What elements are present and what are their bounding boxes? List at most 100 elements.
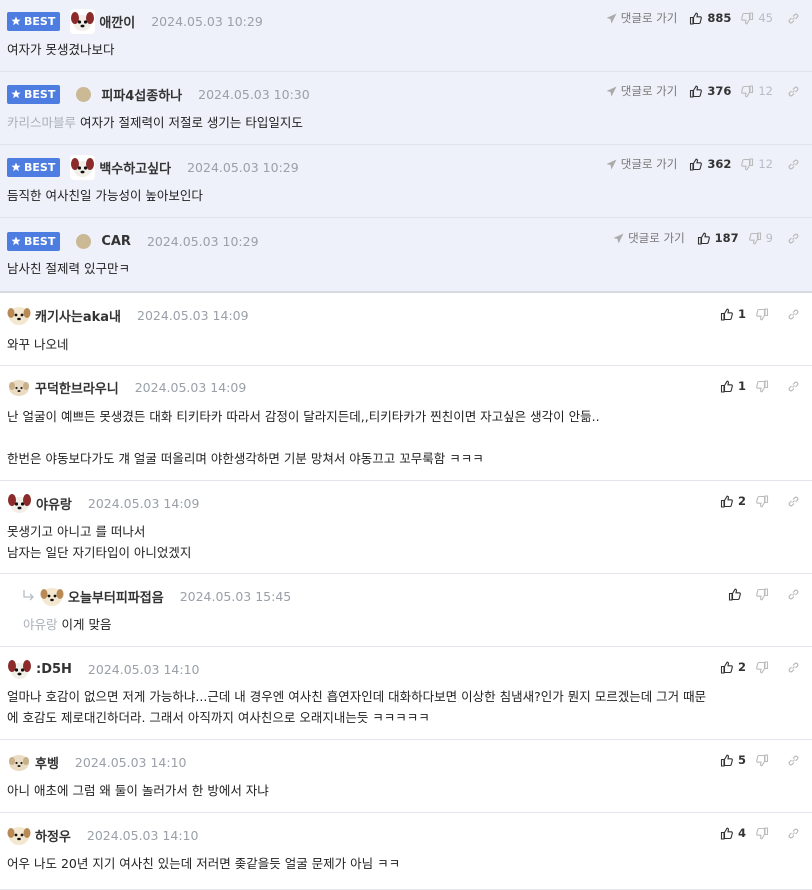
upvote-button[interactable]: 2	[720, 660, 746, 674]
nickname[interactable]: 백수하고싶다	[99, 158, 171, 177]
nickname[interactable]: 야유랑	[36, 494, 72, 513]
nickname[interactable]: 애깐이	[99, 12, 135, 31]
link-icon[interactable]	[787, 158, 800, 171]
star-icon	[11, 162, 21, 172]
comment-text: 어우 나도 20년 지기 여사친 있는데 저러면 좆같을듯 얼굴 문제가 아님 …	[7, 856, 401, 871]
downvote-button[interactable]: 9	[748, 231, 773, 245]
dog-avatar[interactable]	[7, 656, 32, 682]
thumbs-down-icon	[748, 231, 761, 244]
comment-text: 듬직한 여사친일 가능성이 높아보인다	[7, 188, 203, 203]
downvote-button[interactable]: 12	[741, 157, 773, 171]
upvote-button[interactable]: 5	[720, 753, 746, 767]
link-icon[interactable]	[787, 232, 800, 245]
upvote-button[interactable]: 4	[720, 826, 746, 840]
reply-comment: 오늘부터피파접음 2024.05.03 15:45 야유랑 이게 맞음	[0, 574, 812, 647]
comment: :D5H 2024.05.03 14:10 2 얼마나 호감이 없으면 저게 가…	[0, 647, 812, 740]
puppy-avatar[interactable]	[7, 376, 31, 398]
upvote-button[interactable]: 187	[697, 231, 739, 245]
upvote-button[interactable]: 362	[689, 157, 731, 171]
downvote-button[interactable]	[756, 379, 773, 393]
downvote-button[interactable]	[756, 826, 773, 840]
comment: 하정우 2024.05.03 14:10 4 어우 나도 20년 지기 여사친 …	[0, 813, 812, 890]
timestamp: 2024.05.03 10:29	[187, 159, 299, 175]
upvote-button[interactable]: 1	[720, 379, 746, 393]
nickname[interactable]: 꾸덕한브라우니	[35, 378, 119, 397]
nickname[interactable]: 하정우	[35, 826, 71, 845]
thumbs-up-icon	[720, 661, 733, 674]
comment-text: 난 얼굴이 예쁘든 못생겼든 대화 티키타카 따라서 감정이 달라지든데,,티키…	[7, 409, 600, 466]
dog-avatar[interactable]	[7, 490, 32, 516]
comment-text: 야유랑 이게 맞음	[23, 617, 112, 632]
downvote-button[interactable]	[756, 660, 773, 674]
thumbs-down-icon	[741, 157, 754, 170]
mention[interactable]: 카리스마블루	[7, 115, 76, 130]
link-icon[interactable]	[787, 12, 800, 25]
nickname[interactable]: 오늘부터피파접음	[68, 587, 164, 606]
upvote-button[interactable]: 2	[720, 494, 746, 508]
upvote-button[interactable]: 885	[689, 11, 731, 25]
link-icon[interactable]	[787, 380, 800, 393]
best-comment: BEST 피파4섭종하나 2024.05.03 10:30 댓글로 가기 376…	[0, 72, 812, 145]
level-dot-icon	[76, 233, 92, 249]
link-icon[interactable]	[787, 495, 800, 508]
downvote-button[interactable]: 45	[741, 11, 773, 25]
downvote-button[interactable]	[756, 753, 773, 767]
link-icon[interactable]	[787, 588, 800, 601]
comment-text: 얼마나 호감이 없으면 저게 가능하냐...근데 내 경우엔 여사친 흡연자인데…	[7, 689, 707, 725]
star-icon	[11, 236, 21, 246]
level-dot-icon	[76, 86, 92, 102]
nickname[interactable]: 피파4섭종하나	[101, 85, 182, 104]
dog-avatar[interactable]	[70, 8, 96, 34]
comment-list: BEST 애깐이 2024.05.03 10:29 댓글로 가기 885 45 …	[0, 0, 812, 890]
nickname[interactable]: CAR	[101, 234, 131, 249]
downvote-button[interactable]: 12	[741, 84, 773, 98]
timestamp: 2024.05.03 10:29	[146, 233, 259, 249]
puppy-avatar[interactable]	[7, 304, 31, 326]
puppy-avatar[interactable]	[7, 751, 31, 773]
link-icon[interactable]	[787, 85, 800, 98]
thumbs-down-icon	[741, 11, 754, 24]
go-to-reply-link[interactable]: 댓글로 가기	[613, 230, 685, 246]
go-to-reply-link[interactable]: 댓글로 가기	[606, 10, 677, 26]
thumbs-up-icon	[720, 827, 733, 840]
downvote-button[interactable]	[756, 307, 773, 321]
nickname[interactable]: 캐기사는aka내	[35, 306, 121, 325]
nickname[interactable]: :D5H	[36, 662, 72, 677]
thumbs-down-icon	[756, 826, 769, 839]
downvote-button[interactable]	[756, 587, 773, 601]
upvote-button[interactable]	[728, 588, 746, 601]
thumbs-up-icon	[720, 754, 733, 767]
puppy-avatar[interactable]	[7, 824, 31, 846]
go-to-reply-link[interactable]: 댓글로 가기	[606, 83, 677, 99]
upvote-button[interactable]: 1	[720, 307, 746, 321]
thumbs-up-icon	[690, 158, 703, 171]
link-icon[interactable]	[787, 308, 800, 321]
link-icon[interactable]	[787, 754, 800, 767]
star-icon	[11, 89, 21, 99]
send-icon	[606, 86, 617, 96]
thumbs-up-icon	[720, 495, 733, 508]
link-icon[interactable]	[787, 827, 800, 840]
best-badge: BEST	[7, 157, 61, 177]
go-to-reply-link[interactable]: 댓글로 가기	[606, 156, 677, 172]
best-badge: BEST	[7, 11, 61, 31]
upvote-button[interactable]: 376	[689, 84, 731, 98]
comment: 꾸덕한브라우니 2024.05.03 14:09 1 난 얼굴이 예쁘든 못생겼…	[0, 366, 812, 481]
nickname[interactable]: 후벵	[35, 753, 59, 772]
puppy-avatar[interactable]	[40, 585, 64, 607]
comment-text: 못생기고 아니고 를 떠나서 남자는 일단 자기타입이 아니었겠지	[7, 524, 192, 560]
downvote-button[interactable]	[756, 494, 773, 508]
timestamp: 2024.05.03 14:10	[87, 661, 200, 677]
thumbs-up-icon	[720, 308, 733, 321]
thumbs-down-icon	[756, 660, 769, 673]
dog-avatar[interactable]	[70, 154, 96, 180]
send-icon	[606, 13, 617, 23]
timestamp: 2024.05.03 14:09	[134, 379, 247, 395]
thumbs-up-icon	[720, 380, 733, 393]
link-icon[interactable]	[787, 661, 800, 674]
timestamp: 2024.05.03 10:30	[198, 86, 310, 102]
comment-text: 와꾸 나오네	[7, 337, 69, 352]
mention[interactable]: 야유랑	[23, 617, 58, 632]
best-comment: BEST 백수하고싶다 2024.05.03 10:29 댓글로 가기 362 …	[0, 145, 812, 218]
send-icon	[613, 233, 624, 243]
